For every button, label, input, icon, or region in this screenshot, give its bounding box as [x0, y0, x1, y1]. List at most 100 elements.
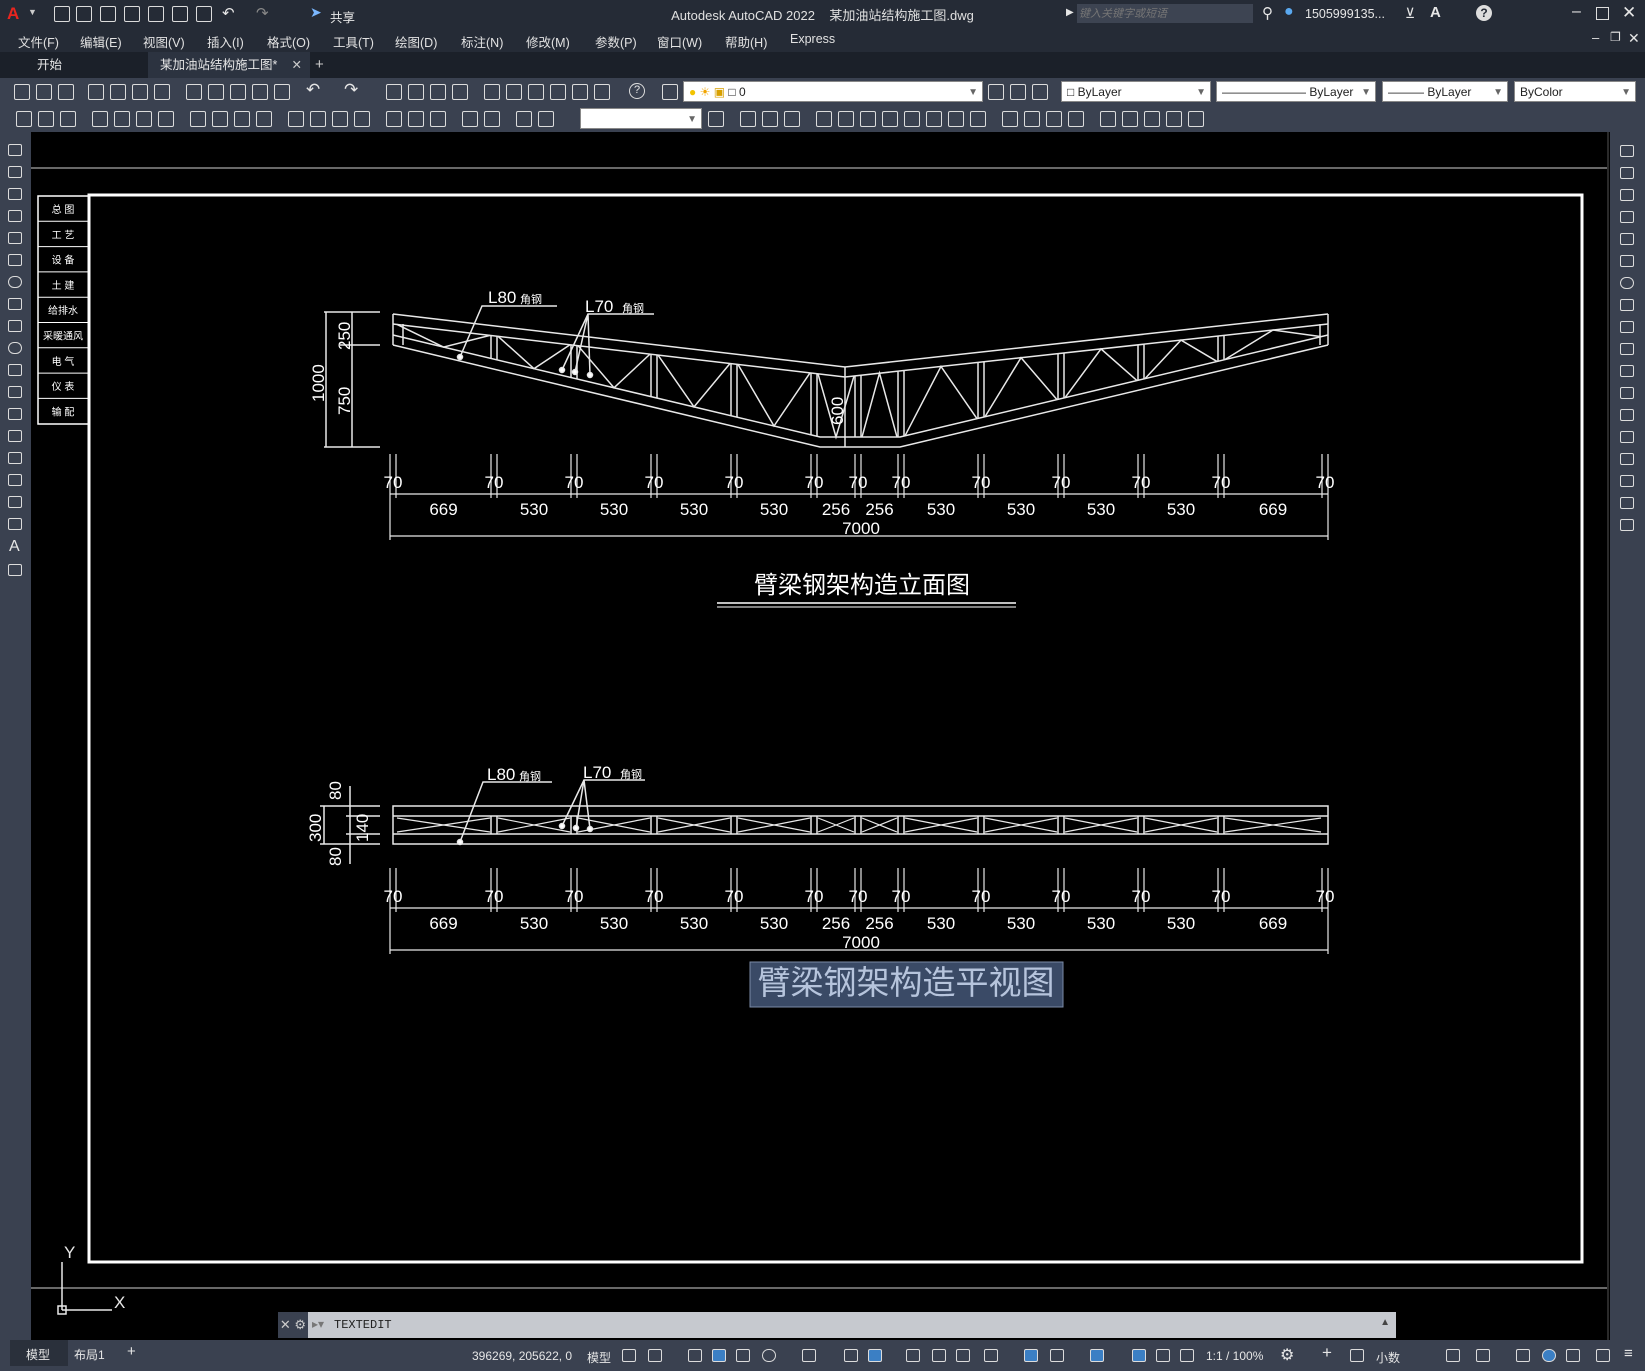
solid-edit-icon[interactable]	[1188, 111, 1204, 127]
make-block-icon[interactable]	[8, 408, 22, 420]
menu-modify[interactable]: 修改(M)	[526, 32, 570, 51]
lock-ui-icon[interactable]	[1476, 1349, 1490, 1362]
help-icon[interactable]: ?	[1476, 5, 1492, 21]
rotate-icon[interactable]	[1620, 277, 1634, 289]
object-snap-icon[interactable]	[868, 1349, 882, 1362]
ordinate-icon[interactable]	[114, 111, 130, 127]
layer-previous-icon[interactable]	[1010, 84, 1026, 100]
search-icon[interactable]: ⚲	[1262, 4, 1273, 22]
menu-file[interactable]: 文件(F)	[18, 32, 59, 51]
zoom-window-icon[interactable]	[430, 84, 446, 100]
menu-window[interactable]: 窗口(W)	[657, 32, 702, 51]
layer-dropdown[interactable]: ● ☀ ▣ □ 0 ▼	[683, 81, 983, 102]
menu-help[interactable]: 帮助(H)	[725, 32, 767, 51]
maximize-icon[interactable]	[1596, 7, 1609, 20]
array-icon[interactable]	[1620, 233, 1634, 245]
chamfer-icon[interactable]	[1620, 453, 1634, 465]
clean-screen-icon[interactable]	[1596, 1349, 1610, 1362]
ellipse-arc-icon[interactable]	[8, 364, 22, 376]
dim-space-icon[interactable]	[310, 111, 326, 127]
offset-icon[interactable]	[1620, 211, 1634, 223]
quick-dim-icon[interactable]	[234, 111, 250, 127]
ellipse-icon[interactable]	[8, 342, 22, 354]
3d-print-icon[interactable]	[154, 84, 170, 100]
customization-icon[interactable]: ≡	[1624, 1345, 1633, 1362]
quickcalc-icon[interactable]	[594, 84, 610, 100]
quick-dimension-icon[interactable]	[16, 111, 32, 127]
circle-icon[interactable]	[8, 276, 22, 288]
menu-insert[interactable]: 插入(I)	[207, 32, 244, 51]
dim-style-dropdown[interactable]: ▼	[580, 108, 702, 129]
dim-style-icon[interactable]	[538, 111, 554, 127]
rectangle-icon[interactable]	[8, 232, 22, 244]
delete-faces-icon[interactable]	[882, 111, 898, 127]
annotation-scale-value[interactable]: 1:1 / 100%	[1206, 1349, 1263, 1363]
baseline-icon[interactable]	[256, 111, 272, 127]
add-selected-icon[interactable]	[8, 564, 22, 576]
layer-properties-icon[interactable]	[662, 84, 678, 100]
qnew-icon[interactable]	[14, 84, 30, 100]
polygon-icon[interactable]	[8, 210, 22, 222]
selection-filter-icon[interactable]	[1050, 1349, 1064, 1362]
tab-start[interactable]: 开始	[25, 52, 157, 78]
close-icon[interactable]: ✕	[1622, 3, 1636, 23]
grid-icon[interactable]	[622, 1349, 636, 1362]
shell-icon[interactable]	[1068, 111, 1084, 127]
imprint-icon[interactable]	[1002, 111, 1018, 127]
workspace-gear-icon[interactable]: ⚙	[1280, 1345, 1294, 1365]
stretch-icon[interactable]	[1620, 321, 1634, 333]
selection-cycling-icon[interactable]	[956, 1349, 970, 1362]
dim-text-edit-icon[interactable]	[484, 111, 500, 127]
units-value[interactable]: 小数	[1376, 1349, 1400, 1366]
infer-constraints-icon[interactable]	[688, 1349, 702, 1362]
isodraft-icon[interactable]	[802, 1349, 816, 1362]
clean-icon[interactable]	[1024, 111, 1040, 127]
tool-palettes-icon[interactable]	[528, 84, 544, 100]
scale-icon[interactable]	[1620, 299, 1634, 311]
dynamic-input-icon[interactable]	[712, 1349, 726, 1362]
dim-style-manager-icon[interactable]	[708, 111, 724, 127]
insert-block-icon[interactable]	[8, 386, 22, 398]
join-icon[interactable]	[1620, 431, 1634, 443]
dim-update-icon[interactable]	[516, 111, 532, 127]
taper-faces-icon[interactable]	[926, 111, 942, 127]
make-current-layer-icon[interactable]	[988, 84, 1004, 100]
hardware-acceleration-icon[interactable]	[1566, 1349, 1580, 1362]
zoom-realtime-icon[interactable]	[408, 84, 424, 100]
fillet-icon[interactable]	[1620, 475, 1634, 487]
tolerance-icon[interactable]	[354, 111, 370, 127]
redo-tb-icon[interactable]: ↷	[344, 80, 358, 100]
menu-format[interactable]: 格式(O)	[267, 32, 310, 51]
spline-icon[interactable]	[8, 320, 22, 332]
aligned-dimension-icon[interactable]	[60, 111, 76, 127]
jogged-icon[interactable]	[158, 111, 174, 127]
section-icon[interactable]	[1166, 111, 1182, 127]
dynamic-ucs-icon[interactable]	[1024, 1349, 1038, 1362]
interfere-icon[interactable]	[1144, 111, 1160, 127]
continue-icon[interactable]	[288, 111, 304, 127]
move-icon[interactable]	[1620, 255, 1634, 267]
layout-tab-layout1[interactable]: 布局1	[74, 1346, 105, 1363]
doc-minimize-icon[interactable]: –	[1592, 30, 1599, 45]
drawing-canvas[interactable]: 总 图工 艺设 备土 建给排水 采暖通风电 气仪 表输 配 L80 角钢 L70…	[31, 132, 1610, 1340]
erase-icon[interactable]	[1620, 145, 1634, 157]
help-tb-icon[interactable]: ?	[629, 83, 645, 99]
layout-tab-model[interactable]: 模型	[10, 1340, 68, 1366]
center-mark-icon[interactable]	[386, 111, 402, 127]
command-text[interactable]: TEXTEDIT	[334, 1318, 392, 1332]
menu-view[interactable]: 视图(V)	[143, 32, 185, 51]
extend-icon[interactable]	[1620, 365, 1634, 377]
tab-close-icon[interactable]: ✕	[292, 52, 302, 78]
menu-dimension[interactable]: 标注(N)	[461, 32, 503, 51]
search-input[interactable]	[1077, 4, 1253, 23]
open-icon[interactable]	[36, 84, 52, 100]
ortho-icon[interactable]	[736, 1349, 750, 1362]
table-icon[interactable]	[8, 518, 22, 530]
intersect-icon[interactable]	[784, 111, 800, 127]
annotation-scale-icon[interactable]	[1180, 1349, 1194, 1362]
properties-icon[interactable]	[484, 84, 500, 100]
command-grip-icon[interactable]: ✕ ⚙	[278, 1312, 308, 1338]
construction-line-icon[interactable]	[8, 166, 22, 178]
transparency-icon[interactable]	[932, 1349, 946, 1362]
revision-cloud-icon[interactable]	[8, 298, 22, 310]
